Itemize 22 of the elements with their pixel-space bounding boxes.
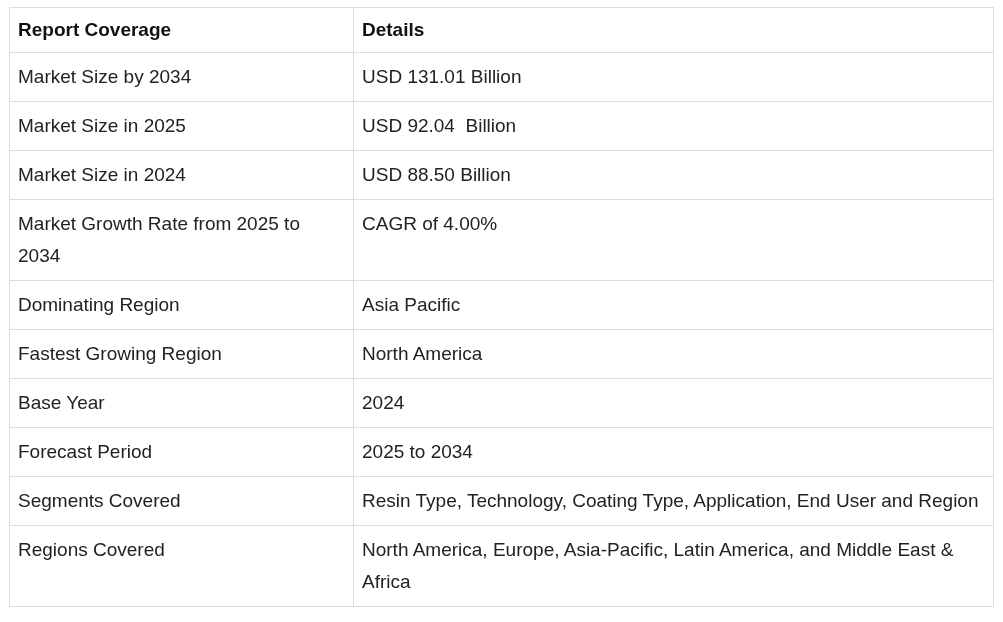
table-cell: Market Size in 2024 <box>9 150 354 200</box>
table-cell: Base Year <box>9 378 354 428</box>
column-header: Report Coverage <box>9 7 354 53</box>
table-cell: Resin Type, Technology, Coating Type, Application, End User and Region <box>353 476 994 526</box>
table-cell: Regions Covered <box>9 525 354 607</box>
table-cell: Dominating Region <box>9 280 354 330</box>
table-cell: North America, Europe, Asia-Pacific, Latin America, and Middle East & Africa <box>353 525 994 607</box>
table-cell: USD 92.04 Billion <box>353 101 994 151</box>
table-cell: Segments Covered <box>9 476 354 526</box>
table-cell: USD 131.01 Billion <box>353 52 994 102</box>
table-cell: CAGR of 4.00% <box>353 199 994 281</box>
table-cell: Asia Pacific <box>353 280 994 330</box>
table-cell: Market Size by 2034 <box>9 52 354 102</box>
table-cell: Market Size in 2025 <box>9 101 354 151</box>
table-cell: 2024 <box>353 378 994 428</box>
column-header: Details <box>353 7 994 53</box>
table-cell: Forecast Period <box>9 427 354 477</box>
table-cell: 2025 to 2034 <box>353 427 994 477</box>
table-cell: USD 88.50 Billion <box>353 150 994 200</box>
table-cell: North America <box>353 329 994 379</box>
table-cell: Fastest Growing Region <box>9 329 354 379</box>
table-cell: Market Growth Rate from 2025 to 2034 <box>9 199 354 281</box>
